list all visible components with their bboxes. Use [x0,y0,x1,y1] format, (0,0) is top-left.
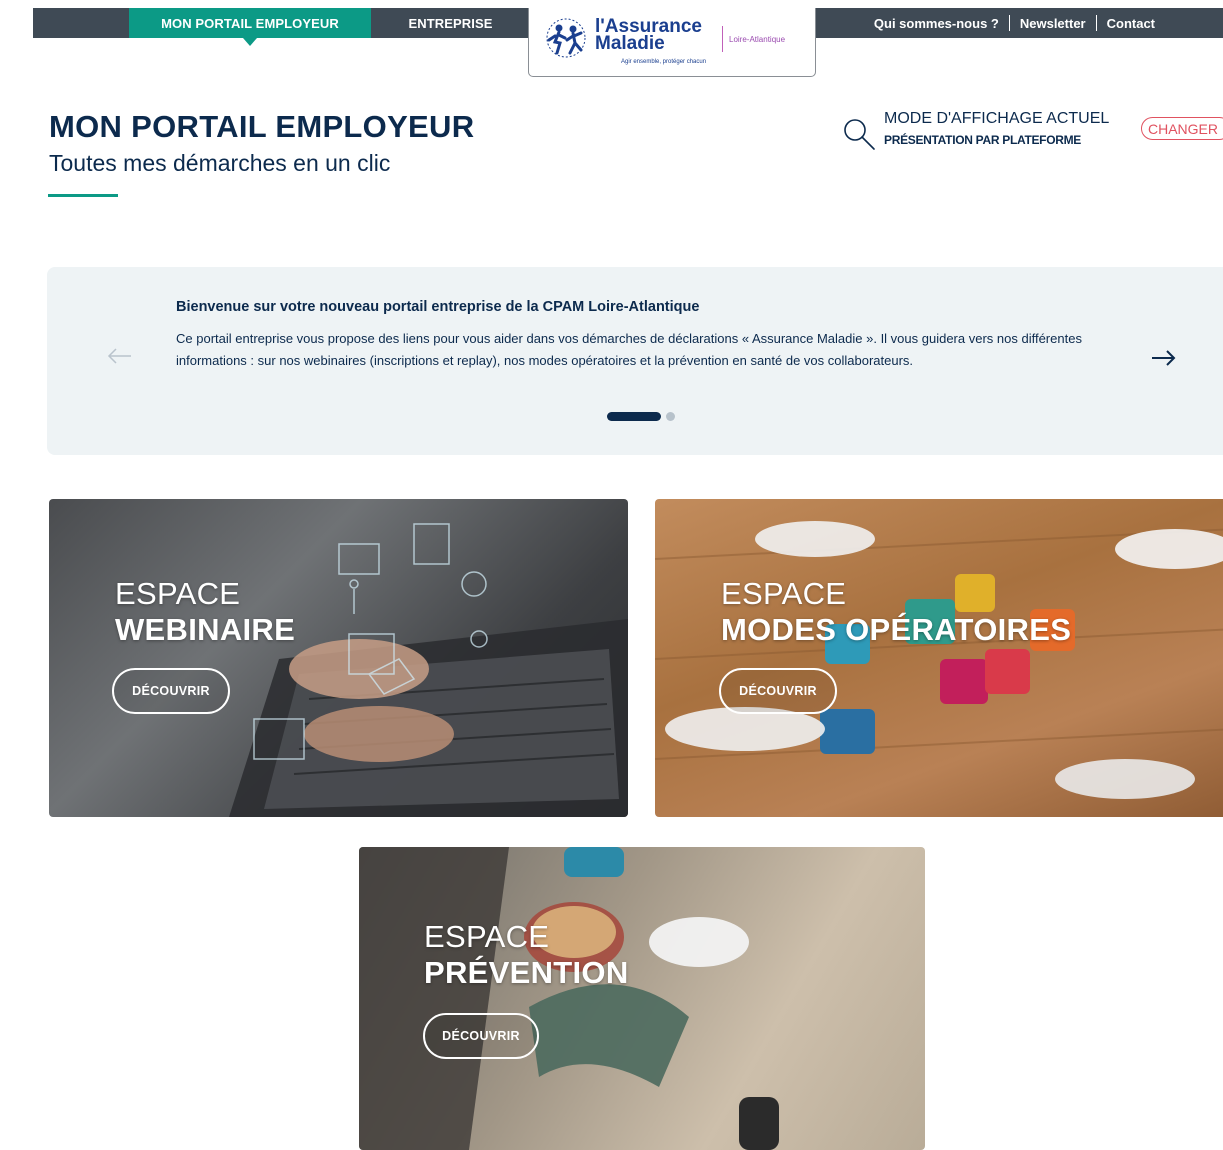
link-newsletter[interactable]: Newsletter [1020,16,1086,31]
logo-tagline: Agir ensemble, protéger chacun [621,59,707,65]
card-espace-modes-operatoires[interactable]: ESPACE MODES OPÉRATOIRES DÉCOUVRIR [655,499,1223,817]
card-title-line2: WEBINAIRE [115,612,296,647]
logo-divider [722,26,723,52]
card-title-line1: ESPACE [721,576,847,611]
carousel-pagination [607,412,675,421]
page-title: MON PORTAIL EMPLOYEUR [49,109,474,145]
title-underline [48,194,118,197]
fitness-scene-illustration [359,847,779,1150]
link-separator [1008,15,1010,31]
card-title-line2: MODES OPÉRATOIRES [721,612,1072,647]
tab-mon-portail-employeur[interactable]: MON PORTAIL EMPLOYEUR [129,8,371,46]
tab-label: MON PORTAIL EMPLOYEUR [161,15,339,31]
top-links: Qui sommes-nous ? Newsletter Contact [874,8,1155,38]
card-title-line2: PRÉVENTION [424,955,629,990]
tab-entreprise[interactable]: ENTREPRISE [378,8,523,38]
arrow-right-icon[interactable] [1150,347,1178,369]
page-title-light: MON PORTAIL [49,109,276,144]
tab-label: ENTREPRISE [408,15,493,31]
logo-region: Loire-Atlantique [729,35,786,44]
carousel-dot-active[interactable] [607,412,661,421]
logo-figures-icon [546,18,586,58]
laptop-scene-illustration [229,523,628,817]
slide-text: Ce portail entreprise vous propose des l… [176,331,1082,368]
card-title: ESPACE WEBINAIRE [115,576,295,648]
link-separator [1095,15,1097,31]
puzzle-scene-illustration [655,521,1223,799]
logo-name-line2: Maladie [595,33,665,54]
assurance-maladie-logo[interactable]: l'Assurance Maladie Agir ensemble, proté… [528,8,816,77]
search-icon[interactable] [841,116,877,152]
decouvrir-button[interactable]: DÉCOUVRIR [112,668,230,714]
page-title-bold: EMPLOYEUR [275,109,475,144]
change-button-label: CHANGER [1148,120,1219,137]
decouvrir-button[interactable]: DÉCOUVRIR [423,1013,539,1059]
decouvrir-button[interactable]: DÉCOUVRIR [719,668,837,714]
arrow-left-icon[interactable] [105,345,133,367]
card-espace-webinaire[interactable]: ESPACE WEBINAIRE DÉCOUVRIR [49,499,628,817]
welcome-carousel: Bienvenue sur votre nouveau portail entr… [47,267,1223,455]
display-mode-label: MODE D'AFFICHAGE ACTUEL [884,110,1110,127]
link-qui-sommes-nous[interactable]: Qui sommes-nous ? [874,16,999,31]
card-espace-prevention[interactable]: ESPACE PRÉVENTION DÉCOUVRIR [359,847,925,1150]
active-tab-caret [243,38,257,46]
change-display-mode-button[interactable]: CHANGER [1141,117,1223,140]
card-title: ESPACE MODES OPÉRATOIRES [721,576,1071,648]
card-title-line1: ESPACE [115,576,241,611]
carousel-dot[interactable] [666,412,675,421]
link-contact[interactable]: Contact [1107,16,1155,31]
page-subtitle: Toutes mes démarches en un clic [49,150,391,176]
slide-title: Bienvenue sur votre nouveau portail entr… [176,299,700,315]
card-title-line1: ESPACE [424,919,550,954]
logo-name: l'Assurance Maladie [595,17,702,54]
card-title: ESPACE PRÉVENTION [424,919,629,991]
display-mode-value: PRÉSENTATION PAR PLATEFORME [884,133,1082,147]
